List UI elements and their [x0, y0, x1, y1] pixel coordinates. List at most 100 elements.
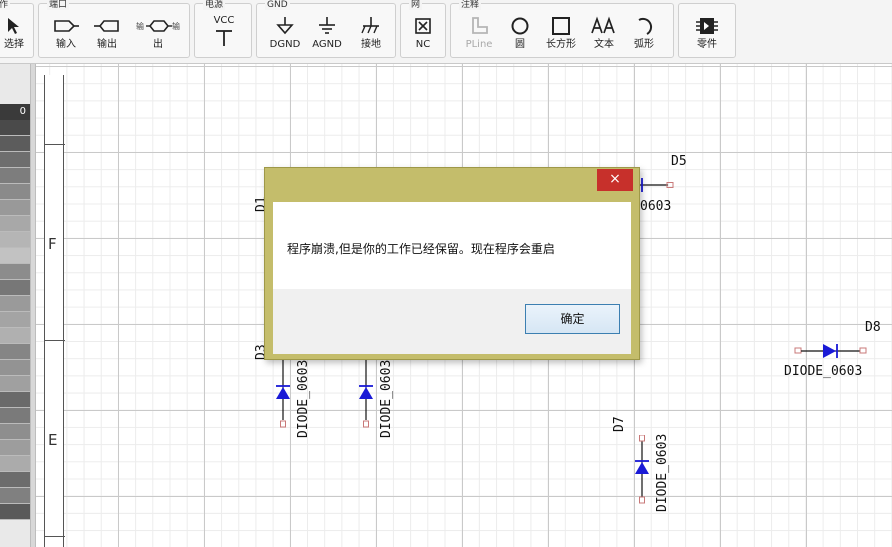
- group-title-power: 电源: [203, 0, 226, 10]
- arc-icon: [638, 17, 653, 35]
- layer-swatch[interactable]: [0, 200, 30, 216]
- layer-swatch[interactable]: [0, 296, 30, 312]
- layer-swatch[interactable]: [0, 344, 30, 360]
- ok-button[interactable]: 确定: [525, 304, 620, 334]
- no-connect-icon: [415, 18, 431, 34]
- toolbar-group-gnd: GND DGND AGND 接地: [256, 0, 396, 58]
- layer-swatch[interactable]: [0, 120, 30, 136]
- layer-swatch[interactable]: [0, 136, 30, 152]
- group-title-select: 作: [0, 0, 11, 10]
- layer-panel: 0: [0, 64, 30, 547]
- group-title-gnd: GND: [265, 0, 290, 10]
- pline-tool[interactable]: PLine: [459, 14, 499, 56]
- diode-d7-symbol[interactable]: [631, 435, 653, 505]
- part-footprint-d7: DIODE_0603: [655, 433, 670, 512]
- output-port-label: 输出: [97, 39, 117, 50]
- part-tool[interactable]: 零件: [687, 14, 727, 56]
- layer-swatch[interactable]: [0, 456, 30, 472]
- layer-swatch[interactable]: [0, 152, 30, 168]
- text-label: 文本: [594, 39, 614, 50]
- part-ref-d8[interactable]: D8: [865, 320, 881, 335]
- arc-tool[interactable]: 弧形: [627, 14, 661, 56]
- layer-swatch[interactable]: [0, 328, 30, 344]
- arc-label: 弧形: [634, 39, 654, 50]
- agnd-symbol-icon: [319, 17, 335, 34]
- layer-swatch[interactable]: [0, 488, 30, 504]
- diode-d4-symbol[interactable]: [355, 360, 377, 430]
- toolbar-group-port: 端口 输入 输出 输输 出: [38, 0, 190, 58]
- agnd-label: AGND: [312, 39, 342, 50]
- toolbar-group-note: 注释 PLine 圆 长方形 文本 弧形: [450, 0, 674, 58]
- layer-swatch[interactable]: [0, 504, 30, 520]
- dialog-message: 程序崩溃,但是你的工作已经保留。现在程序会重启: [287, 242, 555, 256]
- vcc-tool[interactable]: VCC: [205, 14, 243, 56]
- part-footprint-d5: 0603: [640, 199, 672, 214]
- part-ref-d7[interactable]: D7: [612, 416, 627, 432]
- group-title-net: 网: [409, 0, 423, 10]
- layer-swatch[interactable]: [0, 216, 30, 232]
- toolbar-group-power: 电源 VCC: [194, 0, 252, 58]
- bidir-port-label: 出: [153, 39, 163, 50]
- toolbar: 作 选择 端口 输入 输出 输输 出 电源 VCC GND DGND AGND …: [0, 0, 892, 64]
- part-chip-icon: [696, 18, 718, 34]
- layer-swatch[interactable]: [0, 472, 30, 488]
- select-tool-label: 选择: [4, 39, 24, 50]
- nc-tool[interactable]: NC: [405, 14, 441, 56]
- part-footprint-d8: DIODE_0603: [784, 364, 863, 379]
- layer-swatch[interactable]: [0, 360, 30, 376]
- bidir-port-icon: 输输: [136, 20, 180, 32]
- ruler-tick: [45, 144, 65, 145]
- input-port-icon: [54, 20, 79, 32]
- nc-label: NC: [415, 39, 431, 50]
- part-label: 零件: [697, 39, 717, 50]
- ruler-tick: [45, 340, 65, 341]
- bidir-port-icon-text-left: 输: [136, 21, 144, 31]
- bidir-port-tool[interactable]: 输输 出: [133, 14, 183, 56]
- layer-swatch-list: [0, 120, 30, 520]
- circle-tool[interactable]: 圆: [505, 14, 535, 56]
- diode-d8-symbol[interactable]: [794, 343, 868, 359]
- layer-swatch[interactable]: [0, 392, 30, 408]
- output-port-icon: [94, 20, 119, 32]
- group-title-note: 注释: [459, 0, 482, 10]
- text-tool[interactable]: 文本: [587, 14, 621, 56]
- output-port-tool[interactable]: 输出: [89, 14, 125, 56]
- layer-swatch[interactable]: [0, 440, 30, 456]
- select-tool[interactable]: 选择: [0, 14, 31, 56]
- part-footprint-d4: DIODE_0603: [379, 359, 394, 438]
- text-icon: [591, 16, 615, 34]
- layer-swatch[interactable]: [0, 232, 30, 248]
- layer-swatch[interactable]: [0, 424, 30, 440]
- dialog-body: 程序崩溃,但是你的工作已经保留。现在程序会重启 确定: [273, 202, 631, 354]
- diode-d5-symbol[interactable]: [636, 178, 676, 192]
- pline-label: PLine: [465, 39, 493, 50]
- crash-dialog: × 程序崩溃,但是你的工作已经保留。现在程序会重启 确定: [264, 167, 640, 360]
- layer-swatch[interactable]: [0, 264, 30, 280]
- dgnd-symbol-icon: [276, 17, 294, 35]
- agnd-tool[interactable]: AGND: [307, 14, 347, 56]
- layer-swatch[interactable]: [0, 248, 30, 264]
- sheet-border-ruler: F E: [44, 75, 65, 547]
- diode-d3-symbol[interactable]: [272, 360, 294, 430]
- earth-tool[interactable]: 接地: [351, 14, 391, 56]
- dgnd-tool[interactable]: DGND: [265, 14, 305, 56]
- zone-label-e: E: [48, 431, 58, 449]
- toolbar-group-select: 作 选择: [0, 0, 34, 58]
- layer-swatch[interactable]: [0, 280, 30, 296]
- earth-ground-icon: [361, 17, 379, 34]
- polyline-icon: [472, 17, 488, 34]
- earth-label: 接地: [361, 39, 381, 50]
- toolbar-group-net: 网 NC: [400, 0, 446, 58]
- layer-swatch[interactable]: [0, 408, 30, 424]
- layer-swatch[interactable]: [0, 312, 30, 328]
- dialog-close-button[interactable]: ×: [597, 169, 633, 191]
- dgnd-label: DGND: [269, 39, 301, 50]
- layer-swatch[interactable]: [0, 184, 30, 200]
- layer-swatch[interactable]: [0, 376, 30, 392]
- part-ref-d5[interactable]: D5: [671, 154, 687, 169]
- circle-icon: [511, 17, 529, 35]
- layer-swatch[interactable]: [0, 168, 30, 184]
- rect-tool[interactable]: 长方形: [541, 14, 581, 56]
- input-port-tool[interactable]: 输入: [49, 14, 83, 56]
- zone-label-f: F: [48, 235, 57, 253]
